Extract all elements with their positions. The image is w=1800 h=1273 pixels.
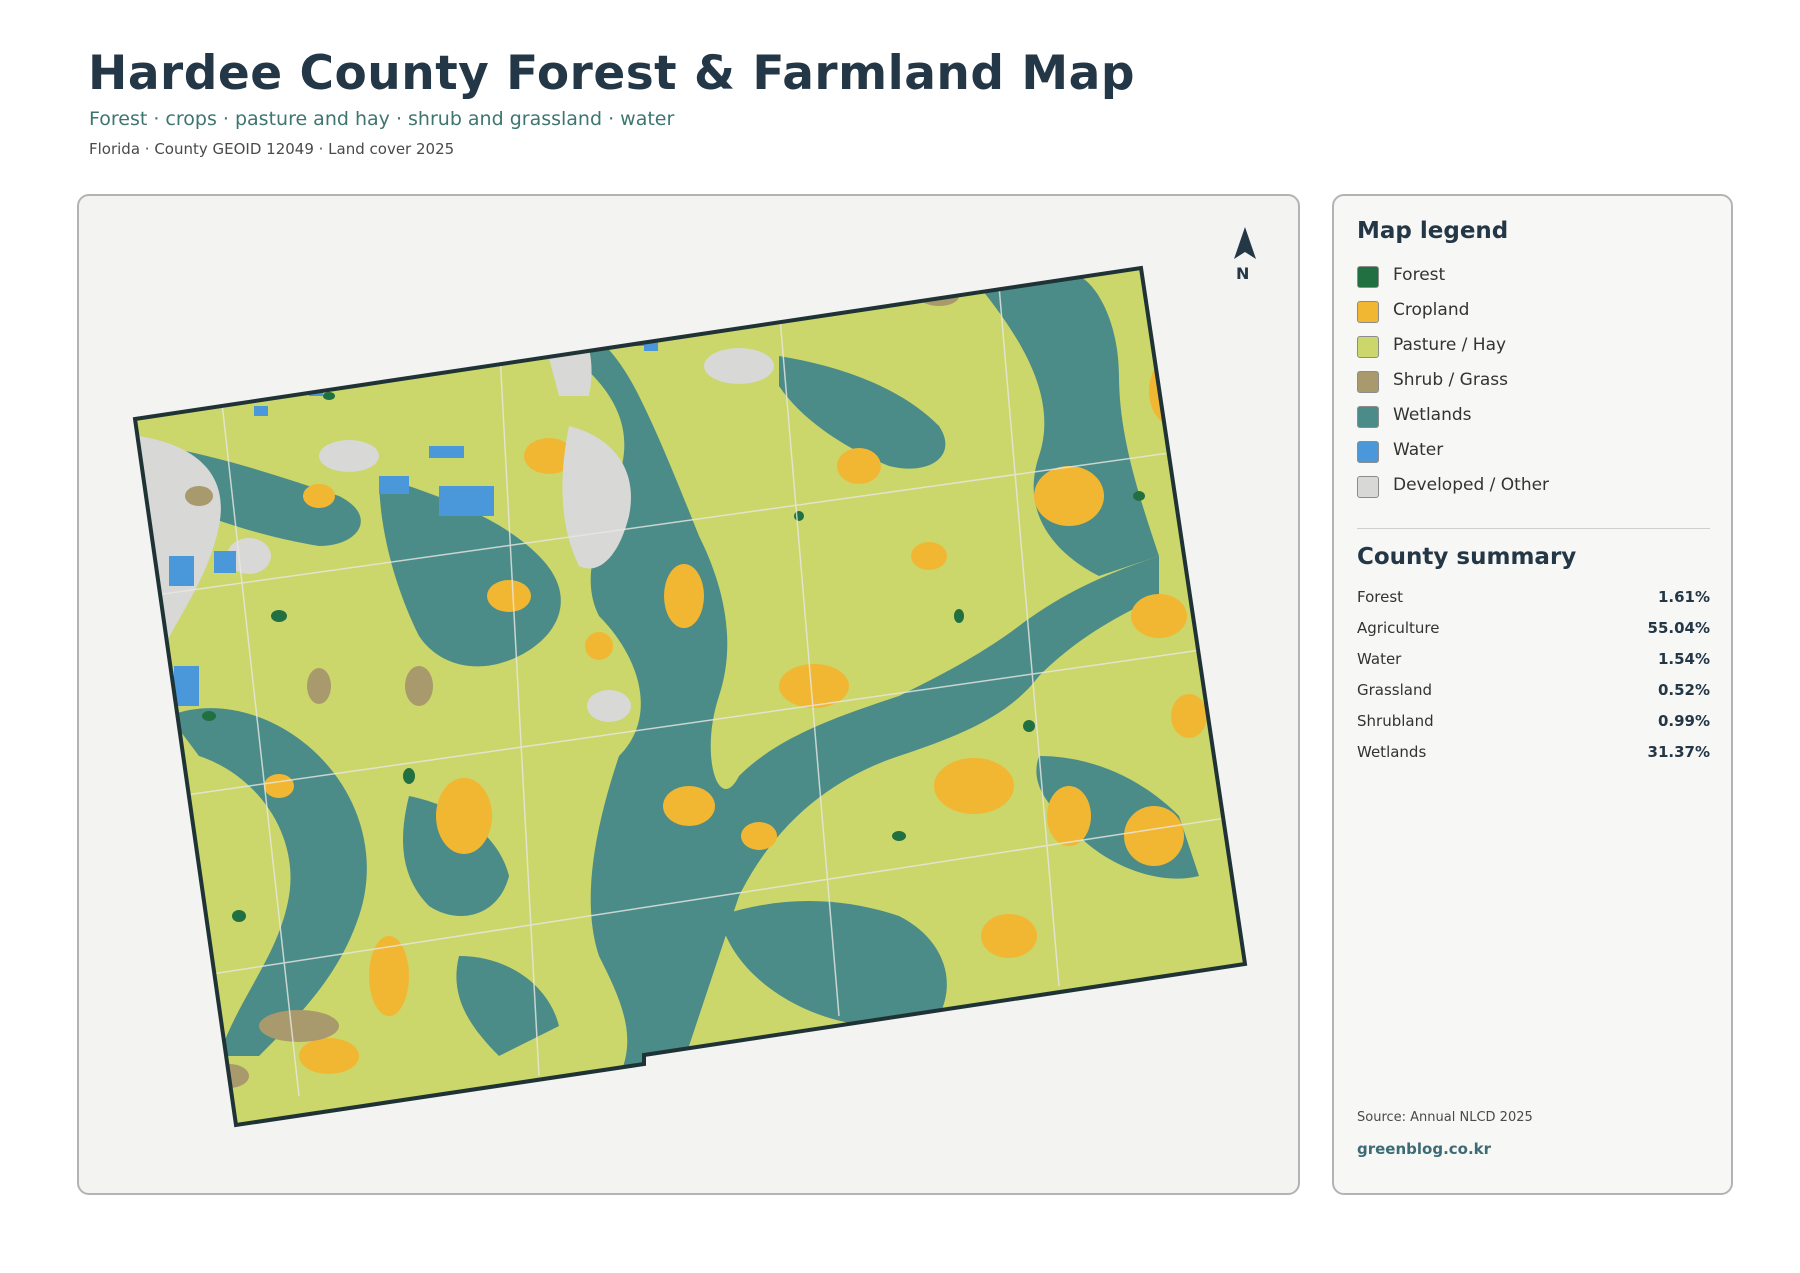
legend-divider [1357,528,1710,529]
summary-label: Grassland [1357,681,1432,699]
summary-value: 1.61% [1657,588,1710,606]
legend-swatch [1357,441,1379,463]
summary-value: 1.54% [1657,650,1710,668]
north-label: N [1236,264,1250,283]
legend-swatch [1357,406,1379,428]
page-subtitle: Forest · crops · pasture and hay · shrub… [89,108,675,130]
summary-row-agriculture: Agriculture 55.04% [1357,619,1710,639]
legend-label: Water [1393,440,1444,460]
summary-label: Shrubland [1357,712,1434,730]
legend-label: Forest [1393,265,1446,285]
summary-value: 0.52% [1657,681,1710,699]
summary-label: Agriculture [1357,619,1440,637]
site-link[interactable]: greenblog.co.kr [1357,1140,1491,1158]
legend-label: Wetlands [1393,405,1472,425]
page-title: Hardee County Forest & Farmland Map [88,46,1136,101]
summary-row-forest: Forest 1.61% [1357,588,1710,608]
summary-label: Water [1357,650,1402,668]
summary-row-grassland: Grassland 0.52% [1357,681,1710,701]
summary-value: 55.04% [1647,619,1710,637]
legend-label: Shrub / Grass [1393,370,1508,390]
legend-panel: Map legend Forest Cropland Pasture / Hay… [1332,194,1733,1195]
land-cover-layer [135,268,1245,1125]
source-note: Source: Annual NLCD 2025 [1357,1110,1533,1125]
summary-label: Forest [1357,588,1404,606]
legend-title: Map legend [1357,218,1509,244]
legend-label: Pasture / Hay [1393,335,1507,355]
legend-swatch [1357,336,1379,358]
map-panel[interactable] [77,194,1300,1195]
summary-row-wetlands: Wetlands 31.37% [1357,743,1710,763]
legend-swatch [1357,476,1379,498]
legend-label: Developed / Other [1393,475,1550,495]
page-meta: Florida · County GEOID 12049 · Land cove… [89,140,455,158]
summary-title: County summary [1357,544,1577,570]
summary-row-water: Water 1.54% [1357,650,1710,670]
legend-swatch [1357,266,1379,288]
summary-value: 0.99% [1657,712,1710,730]
legend-swatch [1357,371,1379,393]
legend-swatch [1357,301,1379,323]
summary-label: Wetlands [1357,743,1427,761]
land-cover-map[interactable] [79,196,1300,1195]
summary-row-shrubland: Shrubland 0.99% [1357,712,1710,732]
legend-label: Cropland [1393,300,1470,320]
summary-value: 31.37% [1647,743,1710,761]
